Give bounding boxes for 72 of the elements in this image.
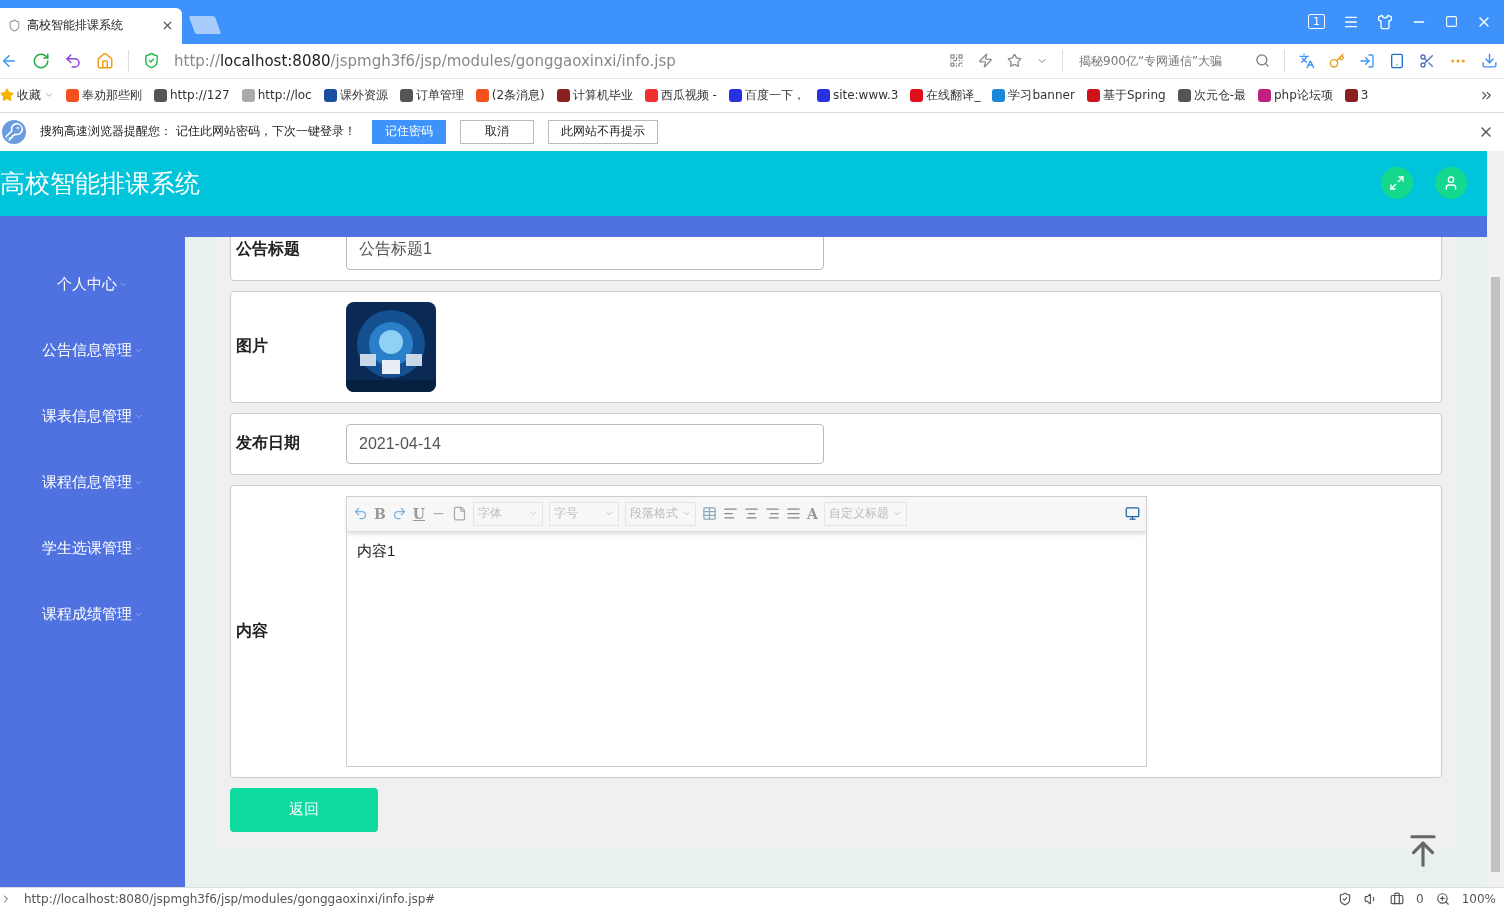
download-icon[interactable] bbox=[1481, 52, 1498, 70]
bookmark[interactable]: http://127 bbox=[154, 88, 230, 103]
toolbox-icon[interactable] bbox=[1390, 892, 1405, 906]
undo-icon[interactable] bbox=[64, 51, 82, 70]
justify-icon[interactable] bbox=[786, 506, 802, 522]
field-label: 公告标题 bbox=[235, 239, 301, 260]
status-url: http://localhost:8080/jspmgh3f6/jsp/modules/gonggaoxinxi/info.jsp# bbox=[24, 892, 437, 906]
bookmark[interactable]: http://loc bbox=[241, 88, 312, 103]
bookmark[interactable]: 在线翻译_ bbox=[910, 86, 981, 104]
notice-button[interactable]: 取消 bbox=[459, 119, 534, 144]
align-left-icon[interactable] bbox=[723, 506, 739, 522]
star-icon[interactable] bbox=[1007, 53, 1022, 69]
shield-icon[interactable] bbox=[1338, 892, 1353, 906]
tablet-icon[interactable] bbox=[1389, 52, 1405, 69]
user-button[interactable] bbox=[1435, 167, 1467, 200]
bookmark[interactable]: 收藏 bbox=[0, 86, 54, 104]
bookmark[interactable]: 基于Spring bbox=[1086, 86, 1166, 104]
bookmark[interactable]: php论坛项 bbox=[1257, 86, 1333, 104]
align-right-icon[interactable] bbox=[765, 506, 781, 522]
notice-button[interactable]: 此网站不再提示 bbox=[547, 119, 658, 144]
shield-icon bbox=[8, 19, 21, 33]
bookmark[interactable]: 次元仓-最 bbox=[1177, 86, 1246, 104]
sidebar-item[interactable]: 公告信息管理 bbox=[42, 317, 143, 384]
key-icon[interactable] bbox=[1329, 52, 1345, 69]
expand-icon bbox=[1389, 175, 1405, 192]
lightning-icon[interactable] bbox=[978, 53, 993, 69]
scissors-icon[interactable] bbox=[1419, 52, 1435, 69]
qr-code-icon[interactable] bbox=[949, 53, 964, 69]
sidebar-item[interactable]: 学生选课管理 bbox=[42, 515, 143, 582]
align-center-icon[interactable] bbox=[744, 506, 760, 522]
shield-icon bbox=[143, 52, 160, 70]
bookmark[interactable]: (2条消息) bbox=[475, 86, 545, 104]
bookmark[interactable]: 订单管理 bbox=[399, 86, 464, 104]
scrollbar-thumb[interactable] bbox=[1491, 276, 1500, 872]
table-icon[interactable] bbox=[702, 506, 718, 522]
search-icon[interactable] bbox=[1255, 53, 1270, 69]
redo-icon[interactable] bbox=[391, 506, 407, 522]
sidebar-item[interactable]: 个人中心 bbox=[57, 251, 128, 318]
text-field[interactable]: 公告标题1 bbox=[346, 236, 824, 270]
bookmark[interactable]: 学习banner bbox=[992, 86, 1075, 104]
field-label: 图片 bbox=[235, 336, 269, 357]
blocked-count[interactable]: 0 bbox=[1416, 892, 1424, 906]
bookmark[interactable]: 课外资源 bbox=[323, 86, 388, 104]
document-icon[interactable] bbox=[452, 506, 468, 522]
sidebar-item[interactable]: 课程信息管理 bbox=[42, 449, 143, 516]
home-icon[interactable] bbox=[96, 51, 114, 70]
user-icon bbox=[1443, 175, 1459, 192]
browser-tab[interactable]: 高校智能排课系统 bbox=[0, 7, 182, 44]
sidebar-item[interactable]: 课表信息管理 bbox=[42, 383, 143, 450]
shirt-icon[interactable] bbox=[1377, 13, 1393, 30]
field-label: 内容 bbox=[235, 620, 269, 641]
bookmark[interactable]: 百度一下， bbox=[728, 86, 805, 104]
reload-icon[interactable] bbox=[32, 51, 50, 70]
address-field[interactable]: http://localhost:8080/jspmgh3f6/jsp/modules/gonggaoxinxi/info.jsp bbox=[174, 51, 935, 70]
sidebar-item[interactable]: 课程成绩管理 bbox=[42, 581, 143, 648]
bookmark[interactable]: 计算机毕业 bbox=[556, 86, 633, 104]
text-field[interactable]: 2021-04-14 bbox=[346, 423, 824, 464]
zoom-icon[interactable] bbox=[1435, 892, 1450, 906]
login-icon[interactable] bbox=[1359, 52, 1375, 69]
translate-icon[interactable] bbox=[1299, 52, 1315, 69]
maximize-icon[interactable] bbox=[1445, 15, 1458, 29]
fullscreen-button[interactable] bbox=[1381, 167, 1413, 200]
fullscreen-icon[interactable] bbox=[1125, 506, 1140, 522]
field-label: 发布日期 bbox=[235, 433, 301, 454]
bookmark[interactable]: 西瓜视频 - bbox=[644, 86, 717, 104]
zoom-level[interactable]: 100% bbox=[1461, 892, 1496, 906]
notice-text: 搜狗高速浏览器提醒您： 记住此网站密码，下次一键登录！ bbox=[40, 123, 356, 141]
bookmark[interactable]: 奉劝那些刚 bbox=[66, 86, 142, 104]
editor-text: 内容1 bbox=[356, 540, 397, 561]
bookmark[interactable]: site:www.3 bbox=[816, 88, 899, 103]
bookmark[interactable]: 3 bbox=[1344, 88, 1369, 103]
app-title: 高校智能排课系统 bbox=[0, 167, 200, 200]
